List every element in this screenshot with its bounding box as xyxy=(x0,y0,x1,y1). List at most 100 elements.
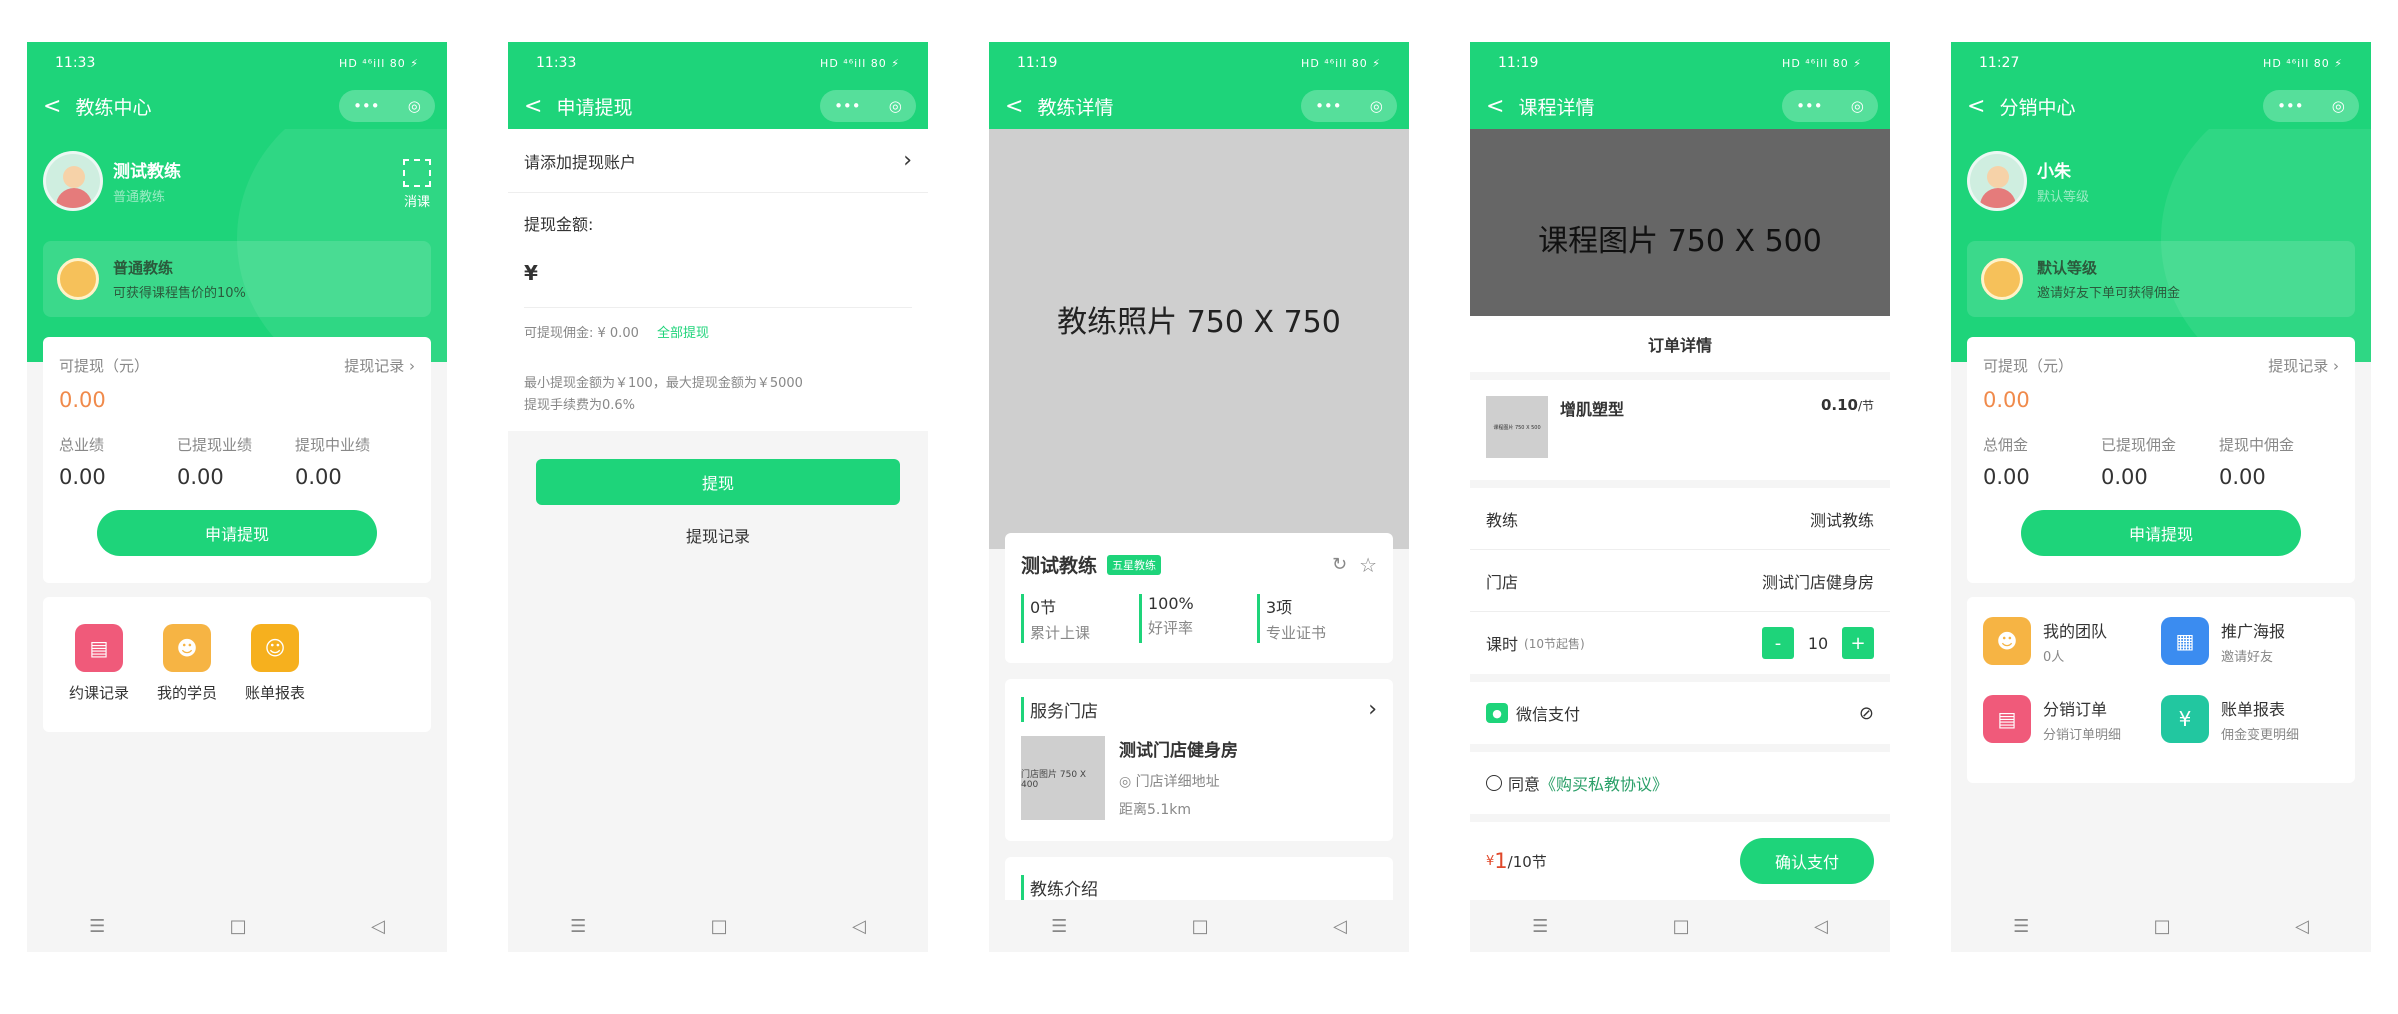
status-icons: HD ⁴⁶ill 80 ⚡ xyxy=(2263,56,2343,70)
add-account-row[interactable]: 请添加提现账户 › xyxy=(508,129,928,193)
amount-label: 提现金额: xyxy=(524,215,594,234)
more-icon[interactable]: ••• xyxy=(834,97,861,115)
back-nav-icon[interactable]: ◁ xyxy=(1814,916,1828,937)
earnings-card: 可提现（元） 提现记录 › 0.00 总业绩 0.00 已提现业绩 0.00 提现中… xyxy=(43,337,431,583)
home-icon[interactable]: □ xyxy=(2154,916,2171,937)
yuan-icon: ¥ xyxy=(2161,695,2209,743)
menu-icon[interactable]: ☰ xyxy=(1532,916,1548,937)
back-nav-icon[interactable]: ◁ xyxy=(1333,916,1347,937)
capsule-menu[interactable]: ••• ◎ xyxy=(2263,90,2359,122)
plus-button[interactable]: + xyxy=(1842,627,1874,659)
back-icon[interactable]: < xyxy=(1005,95,1023,118)
share-icon[interactable]: ↻ xyxy=(1332,554,1347,575)
close-target-icon[interactable]: ◎ xyxy=(408,97,421,115)
withdraw-record-link[interactable]: 提现记录 › xyxy=(344,355,415,376)
menu-item-bills[interactable]: ☺ 账单报表 xyxy=(231,597,319,732)
payment-label: 微信支付 xyxy=(1516,705,1581,724)
withdraw-button[interactable]: 提现 xyxy=(536,459,900,505)
apply-withdraw-button[interactable]: 申请提现 xyxy=(97,510,377,556)
more-icon[interactable]: ••• xyxy=(1315,97,1342,115)
capsule-menu[interactable]: ••• ◎ xyxy=(339,90,435,122)
agree-checkbox[interactable] xyxy=(1486,775,1502,791)
back-nav-icon[interactable]: ◁ xyxy=(852,916,866,937)
home-icon[interactable]: □ xyxy=(1192,916,1209,937)
back-icon[interactable]: < xyxy=(524,95,542,118)
nav-bar: < 教练详情 ••• ◎ xyxy=(989,84,1409,129)
system-nav-bar: ☰ □ ◁ xyxy=(508,900,928,952)
profile-hero: 小朱 默认等级 默认等级 邀请好友下单可获得佣金 xyxy=(1951,129,2371,362)
close-target-icon[interactable]: ◎ xyxy=(2332,97,2345,115)
level-title: 默认等级 xyxy=(2037,259,2098,277)
withdrawable-value: 0.00 xyxy=(1983,388,2030,412)
menu-icon[interactable]: ☰ xyxy=(89,916,105,937)
agreement-row: 同意 《购买私教协议》 xyxy=(1470,752,1890,814)
screen-coach-detail: 11:19 HD ⁴⁶ill 80 ⚡ < 教练详情 ••• ◎ 教练照片 75… xyxy=(989,42,1409,952)
minus-button[interactable]: - xyxy=(1762,627,1794,659)
system-nav-bar: ☰ □ ◁ xyxy=(27,900,447,952)
agreement-link[interactable]: 《购买私教协议》 xyxy=(1540,771,1668,795)
close-target-icon[interactable]: ◎ xyxy=(1851,97,1864,115)
capsule-menu[interactable]: ••• ◎ xyxy=(1782,90,1878,122)
stat-label: 提现中佣金 xyxy=(2219,436,2295,454)
menu-icon[interactable]: ☰ xyxy=(2013,916,2029,937)
status-badge: 五星教练 xyxy=(1107,554,1162,575)
coach-name: 测试教练 xyxy=(113,162,181,182)
amount-input-row[interactable]: ¥ xyxy=(524,261,912,308)
amount-input[interactable] xyxy=(547,262,848,284)
screen-apply-withdraw: 11:33 HD ⁴⁶ill 80 ⚡ < 申请提现 ••• ◎ 请添加提现账户… xyxy=(508,42,928,952)
page-title: 课程详情 xyxy=(1518,97,1595,119)
capsule-menu[interactable]: ••• ◎ xyxy=(1301,90,1397,122)
more-icon[interactable]: ••• xyxy=(2277,97,2304,115)
close-target-icon[interactable]: ◎ xyxy=(1370,97,1383,115)
payment-method-row[interactable]: ● 微信支付 ⊘ xyxy=(1470,682,1890,744)
withdraw-all-link[interactable]: 全部提现 xyxy=(657,326,709,341)
more-icon[interactable]: ••• xyxy=(353,97,380,115)
course-name: 增肌塑型 xyxy=(1560,400,1625,419)
avatar xyxy=(1967,151,2027,211)
status-icons: HD ⁴⁶ill 80 ⚡ xyxy=(1301,56,1381,70)
grid-item-orders[interactable]: ▤ 分销订单 分销订单明细 xyxy=(1983,695,2161,743)
quantity-stepper: - 10 + xyxy=(1762,627,1874,659)
coach-photo: 教练照片 750 X 750 xyxy=(989,129,1409,549)
stat-value: 100% xyxy=(1148,594,1194,613)
order-title: 订单详情 xyxy=(1470,316,1890,372)
menu-icon[interactable]: ☰ xyxy=(1051,916,1067,937)
home-icon[interactable]: □ xyxy=(1673,916,1690,937)
confirm-pay-button[interactable]: 确认支付 xyxy=(1740,838,1874,884)
scan-button[interactable]: 消课 xyxy=(403,159,431,210)
more-icon[interactable]: ••• xyxy=(1796,97,1823,115)
menu-icon[interactable]: ☰ xyxy=(570,916,586,937)
quantity-value[interactable]: 10 xyxy=(1794,634,1842,653)
course-row: 课程图片 750 X 500 增肌塑型 0.10/节 xyxy=(1470,380,1890,480)
menu-card: ▤ 约课记录 ☻ 我的学员 ☺ 账单报表 xyxy=(43,597,431,732)
home-icon[interactable]: □ xyxy=(230,916,247,937)
menu-item-booking[interactable]: ▤ 约课记录 xyxy=(55,597,143,732)
home-icon[interactable]: □ xyxy=(711,916,728,937)
withdraw-record-link[interactable]: 提现记录 › xyxy=(2268,355,2339,376)
back-nav-icon[interactable]: ◁ xyxy=(371,916,385,937)
level-card: 普通教练 可获得课程售价的10% xyxy=(43,241,431,317)
system-nav-bar: ☰ □ ◁ xyxy=(1470,900,1890,952)
star-icon[interactable]: ☆ xyxy=(1359,553,1377,577)
withdraw-record-link[interactable]: 提现记录 xyxy=(508,523,928,547)
chevron-right-icon: › xyxy=(1368,697,1377,722)
back-icon[interactable]: < xyxy=(1486,95,1504,118)
grid-item-team[interactable]: ☻ 我的团队 0人 xyxy=(1983,617,2161,665)
level-title: 普通教练 xyxy=(113,259,174,277)
grid-item-poster[interactable]: ▦ 推广海报 邀请好友 xyxy=(2161,617,2339,665)
menu-item-students[interactable]: ☻ 我的学员 xyxy=(143,597,231,732)
store-card[interactable]: 服务门店 › 门店图片 750 X 400 测试门店健身房 ◎ 门店详细地址 距… xyxy=(1005,679,1393,841)
apply-withdraw-button[interactable]: 申请提现 xyxy=(2021,510,2301,556)
grid-item-bills[interactable]: ¥ 账单报表 佣金变更明细 xyxy=(2161,695,2339,743)
back-icon[interactable]: < xyxy=(1967,95,1985,118)
close-target-icon[interactable]: ◎ xyxy=(889,97,902,115)
currency-symbol: ¥ xyxy=(524,261,538,285)
back-icon[interactable]: < xyxy=(43,95,61,118)
check-icon: ⊘ xyxy=(1858,702,1874,724)
status-icons: HD ⁴⁶ill 80 ⚡ xyxy=(339,56,419,70)
status-bar: 11:33 HD ⁴⁶ill 80 ⚡ xyxy=(27,42,447,84)
back-nav-icon[interactable]: ◁ xyxy=(2295,916,2309,937)
coach-role: 普通教练 xyxy=(113,190,166,205)
capsule-menu[interactable]: ••• ◎ xyxy=(820,90,916,122)
distribution-grid: ☻ 我的团队 0人 ▦ 推广海报 邀请好友 ▤ 分销订单 分销订单明细 ¥ 账单报表佣… xyxy=(1967,597,2355,783)
